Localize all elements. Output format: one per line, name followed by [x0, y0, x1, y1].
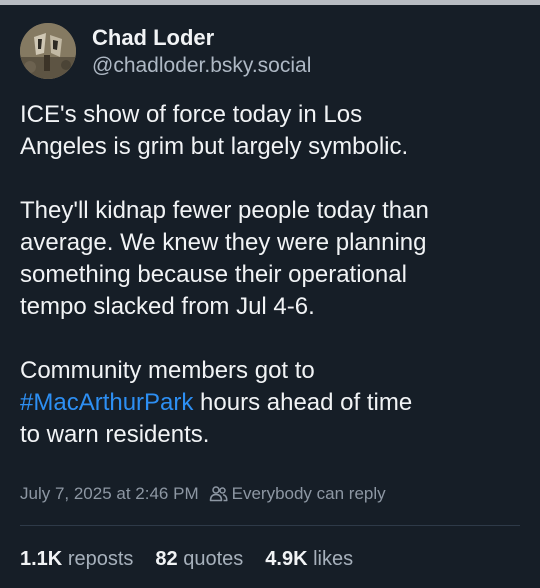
divider	[20, 525, 520, 526]
post-meta: July 7, 2025 at 2:46 PM Everybody can re…	[20, 483, 386, 505]
author-info: Chad Loder @chadloder.bsky.social	[92, 25, 311, 79]
likes-stat[interactable]: 4.9K likes	[265, 546, 353, 572]
text-line: Angeles is grim but largely symbolic.	[20, 133, 409, 160]
post-text: ICE's show of force today in Los Angeles…	[20, 99, 525, 451]
post-timestamp[interactable]: July 7, 2025 at 2:46 PM	[20, 483, 199, 505]
post-paragraph-2: They'll kidnap fewer people today than a…	[20, 195, 525, 323]
reposts-count: 1.1K	[20, 548, 63, 570]
post-card: Chad Loder @chadloder.bsky.social ICE's …	[0, 5, 540, 588]
quotes-stat[interactable]: 82 quotes	[155, 546, 243, 572]
text-line: something because their operational	[20, 261, 407, 288]
likes-label: likes	[313, 548, 354, 570]
people-icon	[209, 486, 228, 502]
author-avatar[interactable]	[20, 23, 76, 79]
text-fragment: hours ahead of time	[193, 389, 413, 416]
text-line: Community members got to	[20, 357, 315, 384]
reposts-stat[interactable]: 1.1K reposts	[20, 546, 133, 572]
reply-setting: Everybody can reply	[209, 483, 386, 505]
quotes-label: quotes	[183, 548, 244, 570]
engagement-stats: 1.1K reposts 82 quotes 4.9K likes	[20, 546, 375, 572]
reposts-label: reposts	[67, 548, 134, 570]
likes-count: 4.9K	[265, 548, 308, 570]
reply-setting-label: Everybody can reply	[231, 484, 386, 503]
text-line: They'll kidnap fewer people today than	[20, 197, 429, 224]
quotes-count: 82	[155, 548, 178, 570]
text-line: tempo slacked from Jul 4-6.	[20, 293, 315, 320]
text-line: to warn residents.	[20, 421, 210, 448]
author-handle[interactable]: @chadloder.bsky.social	[92, 53, 311, 79]
post-paragraph-3: Community members got to #MacArthurPark …	[20, 355, 525, 451]
text-line: ICE's show of force today in Los	[20, 101, 363, 128]
text-line: average. We knew they were planning	[20, 229, 427, 256]
author-display-name[interactable]: Chad Loder	[92, 25, 311, 51]
avatar-image	[20, 23, 76, 79]
post-paragraph-1: ICE's show of force today in Los Angeles…	[20, 99, 525, 163]
text-line-with-hashtag: #MacArthurPark hours ahead of time	[20, 387, 525, 419]
hashtag-link[interactable]: #MacArthurPark	[20, 389, 193, 416]
